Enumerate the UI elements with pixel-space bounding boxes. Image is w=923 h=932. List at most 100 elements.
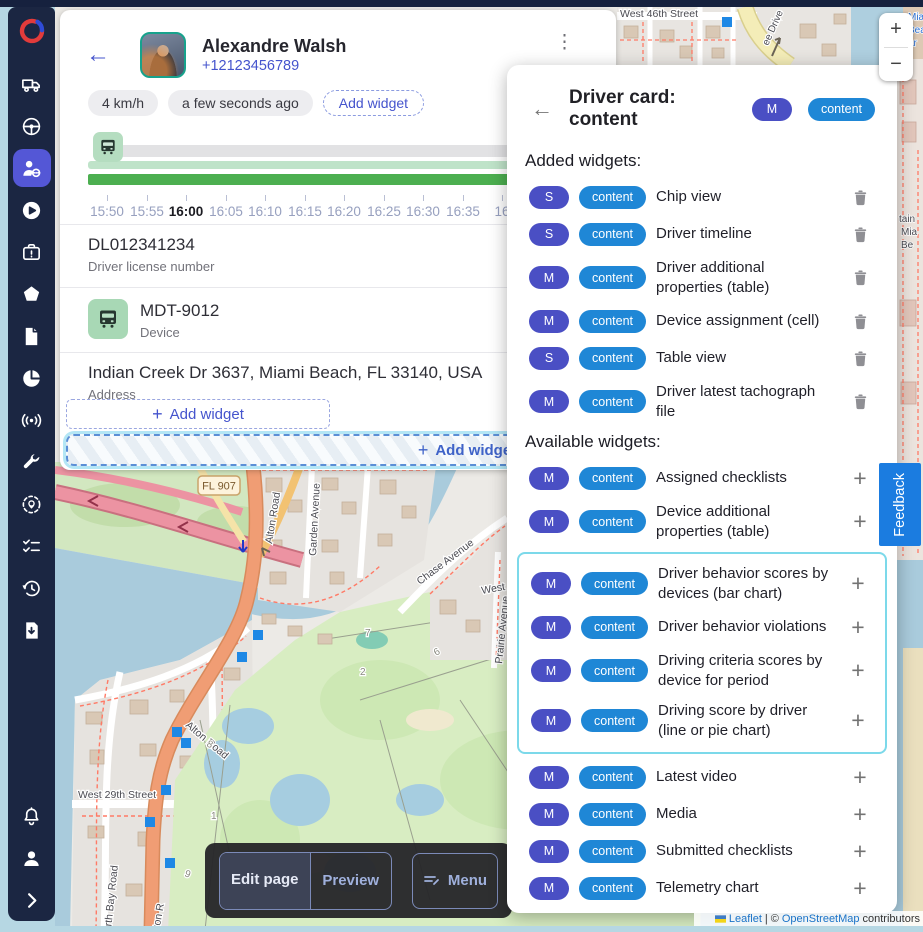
size-badge: M — [529, 467, 569, 490]
back-button[interactable]: ← — [86, 43, 110, 67]
map-label-frag: Be — [901, 240, 914, 251]
map-beach — [903, 640, 923, 926]
sidebar-item-documents[interactable] — [13, 317, 51, 355]
osm-link[interactable]: OpenStreetMap — [782, 913, 860, 925]
add-widget-chip[interactable]: Add widget — [323, 90, 424, 116]
remove-widget-button[interactable] — [845, 345, 875, 371]
app-logo-icon — [16, 15, 48, 47]
edit-page-button[interactable]: Edit page — [220, 853, 310, 909]
svg-text:1: 1 — [211, 811, 217, 822]
size-badge: M — [529, 310, 569, 333]
zoom-out-button[interactable]: − — [879, 48, 913, 82]
add-widget-button[interactable]: + Add widget — [66, 399, 330, 429]
menu-button[interactable]: Menu — [412, 853, 498, 909]
trash-icon — [851, 225, 870, 244]
widget-settings-panel: ← Driver card: content M content Added w… — [507, 65, 897, 913]
driver-phone-link[interactable]: +12123456789 — [202, 58, 346, 74]
map-label-frag: Mia — [901, 227, 918, 238]
leaflet-link[interactable]: Leaflet — [729, 913, 762, 925]
size-badge: M — [529, 390, 569, 413]
add-widget-plus-button[interactable]: + — [843, 571, 873, 597]
size-badge: M — [529, 877, 569, 900]
widget-label: Latest video — [656, 767, 835, 787]
sidebar-item-history[interactable] — [13, 569, 51, 607]
widget-label: Media — [656, 804, 835, 824]
content-badge: content — [581, 616, 648, 639]
widget-label: Driver latest tachograph file — [656, 382, 835, 421]
person-icon — [20, 847, 43, 870]
vehicles-icon — [20, 73, 43, 96]
sidebar-item-service[interactable] — [13, 443, 51, 481]
attr-divider: | — [765, 913, 768, 925]
widget-row: M content Telemetry chart + — [529, 875, 875, 901]
sidebar-item-zones[interactable] — [13, 275, 51, 313]
remove-widget-button[interactable] — [845, 184, 875, 210]
add-widget-plus-button[interactable]: + — [843, 708, 873, 734]
content-badge: content — [579, 347, 646, 370]
feedback-tab[interactable]: Feedback — [879, 463, 921, 546]
content-badge: content — [579, 186, 646, 209]
content-badge: content — [579, 223, 646, 246]
preview-button[interactable]: Preview — [310, 853, 391, 909]
panel-title: Driver card: content — [569, 87, 736, 131]
panel-back-button[interactable]: ← — [531, 98, 553, 120]
remove-widget-button[interactable] — [845, 265, 875, 291]
add-widget-plus-button[interactable]: + — [845, 875, 875, 901]
field-device: MDT-9012 Device — [140, 300, 219, 340]
trash-icon — [851, 392, 870, 411]
remove-widget-button[interactable] — [845, 221, 875, 247]
field-value: MDT-9012 — [140, 300, 219, 322]
field-address: Indian Creek Dr 3637, Miami Beach, FL 33… — [88, 362, 482, 402]
content-badge: content — [579, 803, 646, 826]
add-widget-plus-button[interactable]: + — [845, 838, 875, 864]
sidebar-collapse-button[interactable] — [13, 881, 51, 919]
add-widget-plus-button[interactable]: + — [843, 614, 873, 640]
available-widgets-heading: Available widgets: — [525, 432, 875, 452]
sidebar-item-drivers[interactable] — [13, 149, 51, 187]
content-badge: content — [808, 98, 875, 121]
plus-icon: + — [853, 467, 866, 490]
sidebar-item-firmware[interactable] — [13, 611, 51, 649]
bus-icon — [96, 307, 120, 331]
widget-row: M content Device additional properties (… — [529, 502, 875, 541]
pie-chart-icon — [20, 367, 43, 390]
field-label: Driver license number — [88, 259, 214, 274]
sidebar-item-account[interactable] — [13, 839, 51, 877]
plus-icon: + — [853, 766, 866, 789]
card-menu-kebab-icon[interactable]: ⋮ — [549, 30, 580, 55]
add-widget-plus-button[interactable]: + — [845, 465, 875, 491]
add-widget-plus-button[interactable]: + — [845, 801, 875, 827]
attr-contributors: contributors — [863, 913, 920, 925]
menu-edit-icon — [423, 872, 440, 889]
plus-icon: + — [851, 659, 864, 682]
timeline-tick: 16:10 — [243, 204, 287, 219]
remove-widget-button[interactable] — [845, 308, 875, 334]
sidebar-item-vehicles[interactable] — [13, 65, 51, 103]
sidebar-item-tasks[interactable] — [13, 233, 51, 271]
pentagon-icon — [20, 283, 43, 306]
sidebar-item-notifications[interactable] — [13, 797, 51, 835]
map-label-frag: tain — [899, 214, 915, 225]
sidebar-item-driving[interactable] — [13, 107, 51, 145]
widget-row: M content Driving score by driver (line … — [531, 701, 873, 740]
sidebar-item-checklists[interactable] — [13, 527, 51, 565]
briefcase-alert-icon — [20, 241, 43, 264]
feedback-label: Feedback — [892, 473, 908, 537]
widget-label: Telemetry chart — [656, 878, 835, 898]
bell-icon — [20, 805, 43, 828]
widget-row: M content Media + — [529, 801, 875, 827]
sidebar-item-geofence[interactable] — [13, 485, 51, 523]
remove-widget-button[interactable] — [845, 389, 875, 415]
add-widget-plus-button[interactable]: + — [843, 658, 873, 684]
add-widget-plus-button[interactable]: + — [845, 764, 875, 790]
sidebar-item-reports[interactable] — [13, 359, 51, 397]
field-value: DL012341234 — [88, 234, 214, 256]
add-widget-plus-button[interactable]: + — [845, 509, 875, 535]
zoom-in-button[interactable]: + — [879, 13, 913, 47]
sidebar-item-telemetry[interactable] — [13, 401, 51, 439]
plus-icon: + — [152, 405, 163, 423]
driver-name: Alexandre Walsh — [202, 36, 346, 58]
sidebar-item-playback[interactable] — [13, 191, 51, 229]
checklist-icon — [20, 535, 43, 558]
plus-icon: + — [418, 441, 429, 459]
